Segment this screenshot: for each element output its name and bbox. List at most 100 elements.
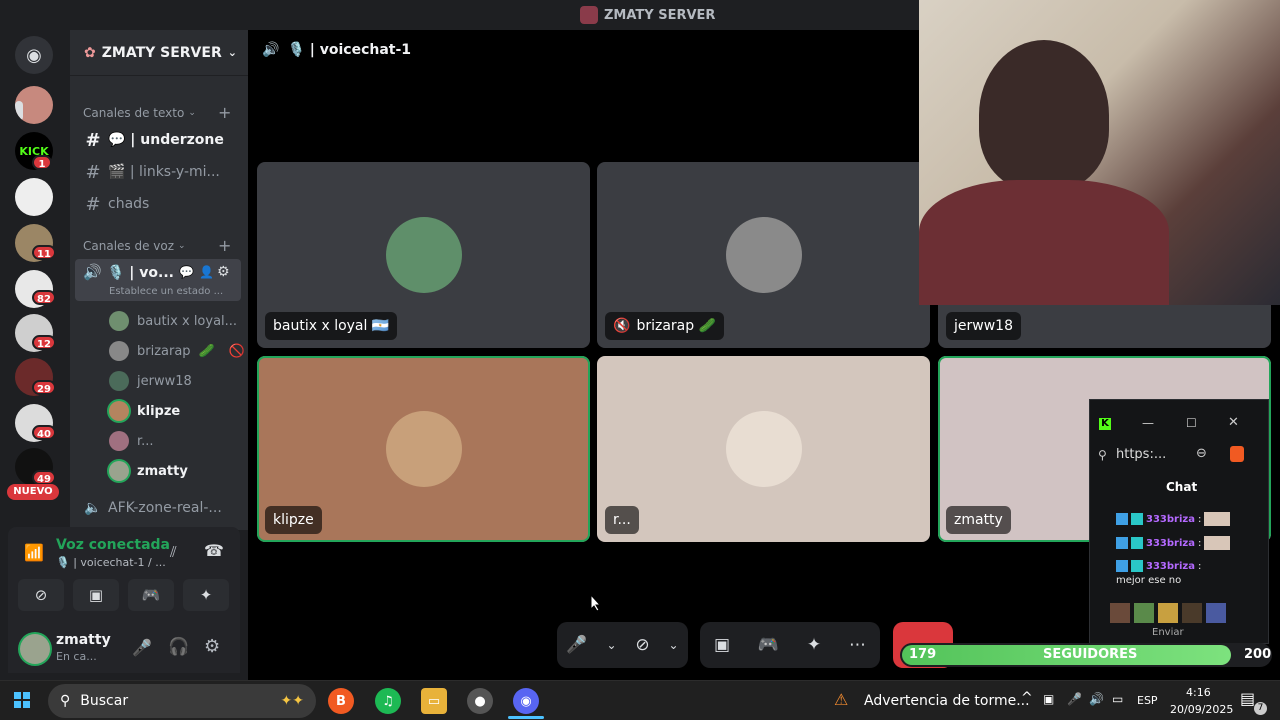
chat-message: 333briza: (1116, 536, 1231, 550)
avatar[interactable] (20, 634, 50, 664)
chevron-down-icon: ⌄ (188, 108, 196, 118)
text-category[interactable]: Canales de texto ⌄ (83, 106, 196, 120)
channel-underzone[interactable]: # 💬 | underzone (78, 126, 240, 154)
noise-suppression-icon[interactable]: ⫽ (170, 543, 177, 561)
camera-off-icon[interactable]: ⊘ (635, 635, 649, 655)
soundboard-button[interactable]: ✦ (183, 579, 229, 611)
channel-afk[interactable]: 🔈 AFK-zone-real-... (78, 494, 240, 522)
server-header-icon: ✿ (84, 44, 96, 61)
emote-icon (1204, 512, 1231, 526)
call-actions: ▣ 🎮 ✦ ⋯ (700, 622, 880, 668)
file-explorer-icon[interactable]: ▭ (421, 688, 447, 714)
share-screen-icon[interactable]: ▣ (714, 635, 730, 655)
voice-category[interactable]: Canales de voz ⌄ (83, 239, 186, 253)
notification-icon[interactable]: ▤ (1240, 689, 1255, 708)
emote-icon[interactable] (1110, 603, 1130, 623)
settings-icon[interactable]: ⚲ (1098, 448, 1107, 462)
add-channel-icon[interactable]: + (218, 103, 231, 122)
weather-warning-icon[interactable]: ⚠ (834, 690, 848, 709)
window-title: ZMATY SERVER (580, 6, 715, 24)
share-screen-button[interactable]: ▣ (73, 579, 119, 611)
chat-icon[interactable]: 💬 (179, 265, 194, 279)
follower-goal-bar: 179 SEGUIDORES 200 (900, 643, 1272, 667)
voice-member[interactable]: brizarap 🥒 🚫 (109, 338, 245, 364)
chevron-down-icon[interactable]: ⌄ (606, 638, 616, 652)
discord-home-icon[interactable]: ◉ (15, 36, 53, 74)
kick-logo-icon: K (1099, 418, 1111, 430)
invite-icon[interactable]: 👤 (199, 265, 214, 279)
spotify-icon[interactable]: ♫ (375, 688, 401, 714)
voice-member[interactable]: klipze (109, 398, 180, 424)
avatar (109, 401, 129, 421)
emote-icon[interactable] (1134, 603, 1154, 623)
add-voice-channel-icon[interactable]: + (218, 236, 231, 255)
emote-bar (1110, 603, 1226, 623)
server-header[interactable]: ✿ ZMATY SERVER ⌄ (70, 30, 248, 76)
chevron-up-icon[interactable]: ^ (1021, 690, 1033, 706)
windows-start-icon[interactable] (14, 692, 30, 708)
obs-icon[interactable]: ● (467, 688, 493, 714)
camera-off-button[interactable]: ⊘ (18, 579, 64, 611)
tray-app-icon[interactable]: ▣ (1043, 692, 1054, 706)
badge-icon (1131, 560, 1143, 572)
search-icon: ⚲ (60, 693, 71, 709)
avatar (109, 341, 129, 361)
channel-chads[interactable]: # chads (78, 190, 240, 218)
new-badge: NUEVO (7, 484, 59, 500)
voice-channel-active[interactable]: 🔊 🎙️ | vo... 💬 👤 ⚙ Establece un estado .… (75, 259, 241, 301)
server-icon-1[interactable] (15, 86, 53, 124)
minimize-icon[interactable]: — (1142, 416, 1154, 430)
server-icon-3[interactable] (15, 178, 53, 216)
network-icon[interactable]: ▭ (1112, 692, 1123, 706)
participant-tile-bautix[interactable]: bautix x loyal 🇦🇷 (257, 162, 590, 348)
more-icon[interactable]: ⋯ (849, 635, 866, 655)
avatar (385, 411, 462, 487)
activities-button[interactable]: 🎮 (128, 579, 174, 611)
emote-icon[interactable] (1206, 603, 1226, 623)
disconnect-icon[interactable]: ☎ (204, 541, 224, 560)
gear-icon[interactable]: ⚙ (204, 636, 220, 657)
channel-links[interactable]: # 🎬 | links-y-mi... (78, 158, 240, 186)
activities-icon[interactable]: 🎮 (758, 635, 779, 655)
signal-icon[interactable]: 📶 (24, 543, 44, 562)
mention-badge: 29 (32, 380, 56, 395)
taskbar-search[interactable]: ⚲ Buscar ✦✦ (48, 684, 316, 718)
zoom-icon[interactable]: ⊖ (1196, 446, 1207, 461)
headphones-icon[interactable]: 🎧 (168, 637, 189, 657)
microphone-icon[interactable]: 🎤 (566, 635, 587, 655)
soundboard-icon[interactable]: ✦ (807, 635, 821, 655)
emote-icon[interactable] (1182, 603, 1202, 623)
chat-message: 333briza: (1116, 512, 1231, 526)
gear-icon[interactable]: ⚙ (217, 264, 230, 280)
muted-icon: 🔇 (613, 318, 631, 334)
voice-member[interactable]: r... (109, 428, 154, 454)
webcam-shirt (919, 180, 1169, 305)
chevron-down-icon[interactable]: ⌄ (668, 638, 678, 652)
chat-message: 333briza: (1116, 560, 1201, 572)
microphone-icon[interactable]: 🎤 (1067, 692, 1082, 706)
mention-badge: 11 (32, 245, 56, 260)
participant-tile-r[interactable]: r... (597, 356, 930, 542)
close-icon[interactable]: ✕ (1228, 415, 1239, 430)
emote-icon[interactable] (1158, 603, 1178, 623)
voice-member[interactable]: zmatty (109, 458, 188, 484)
discord-icon[interactable]: ◉ (513, 688, 539, 714)
participant-tile-klipze[interactable]: klipze (257, 356, 590, 542)
microphone-icon[interactable]: 🎤 (132, 638, 152, 657)
sparkle-icon: ✦✦ (280, 693, 304, 709)
participant-tile-brizarap[interactable]: 🔇 brizarap 🥒 (597, 162, 930, 348)
brave-browser-icon[interactable]: B (328, 688, 354, 714)
user-panel: zmatty En ca... 🎤 🎧 ⚙ (8, 625, 240, 673)
voice-member[interactable]: bautix x loyal... (109, 308, 237, 334)
mouse-cursor (590, 593, 602, 612)
hash-icon: # (85, 161, 101, 183)
volume-icon[interactable]: 🔊 (1089, 692, 1104, 706)
avatar (109, 461, 129, 481)
badge-icon (1116, 560, 1128, 572)
speaker-icon: 🔊 (262, 42, 280, 58)
hash-icon: # (85, 129, 101, 151)
brave-icon[interactable] (1230, 446, 1244, 462)
voice-member[interactable]: jerww18 (109, 368, 192, 394)
mention-badge: 12 (32, 335, 56, 350)
maximize-icon[interactable]: ☐ (1186, 416, 1197, 430)
